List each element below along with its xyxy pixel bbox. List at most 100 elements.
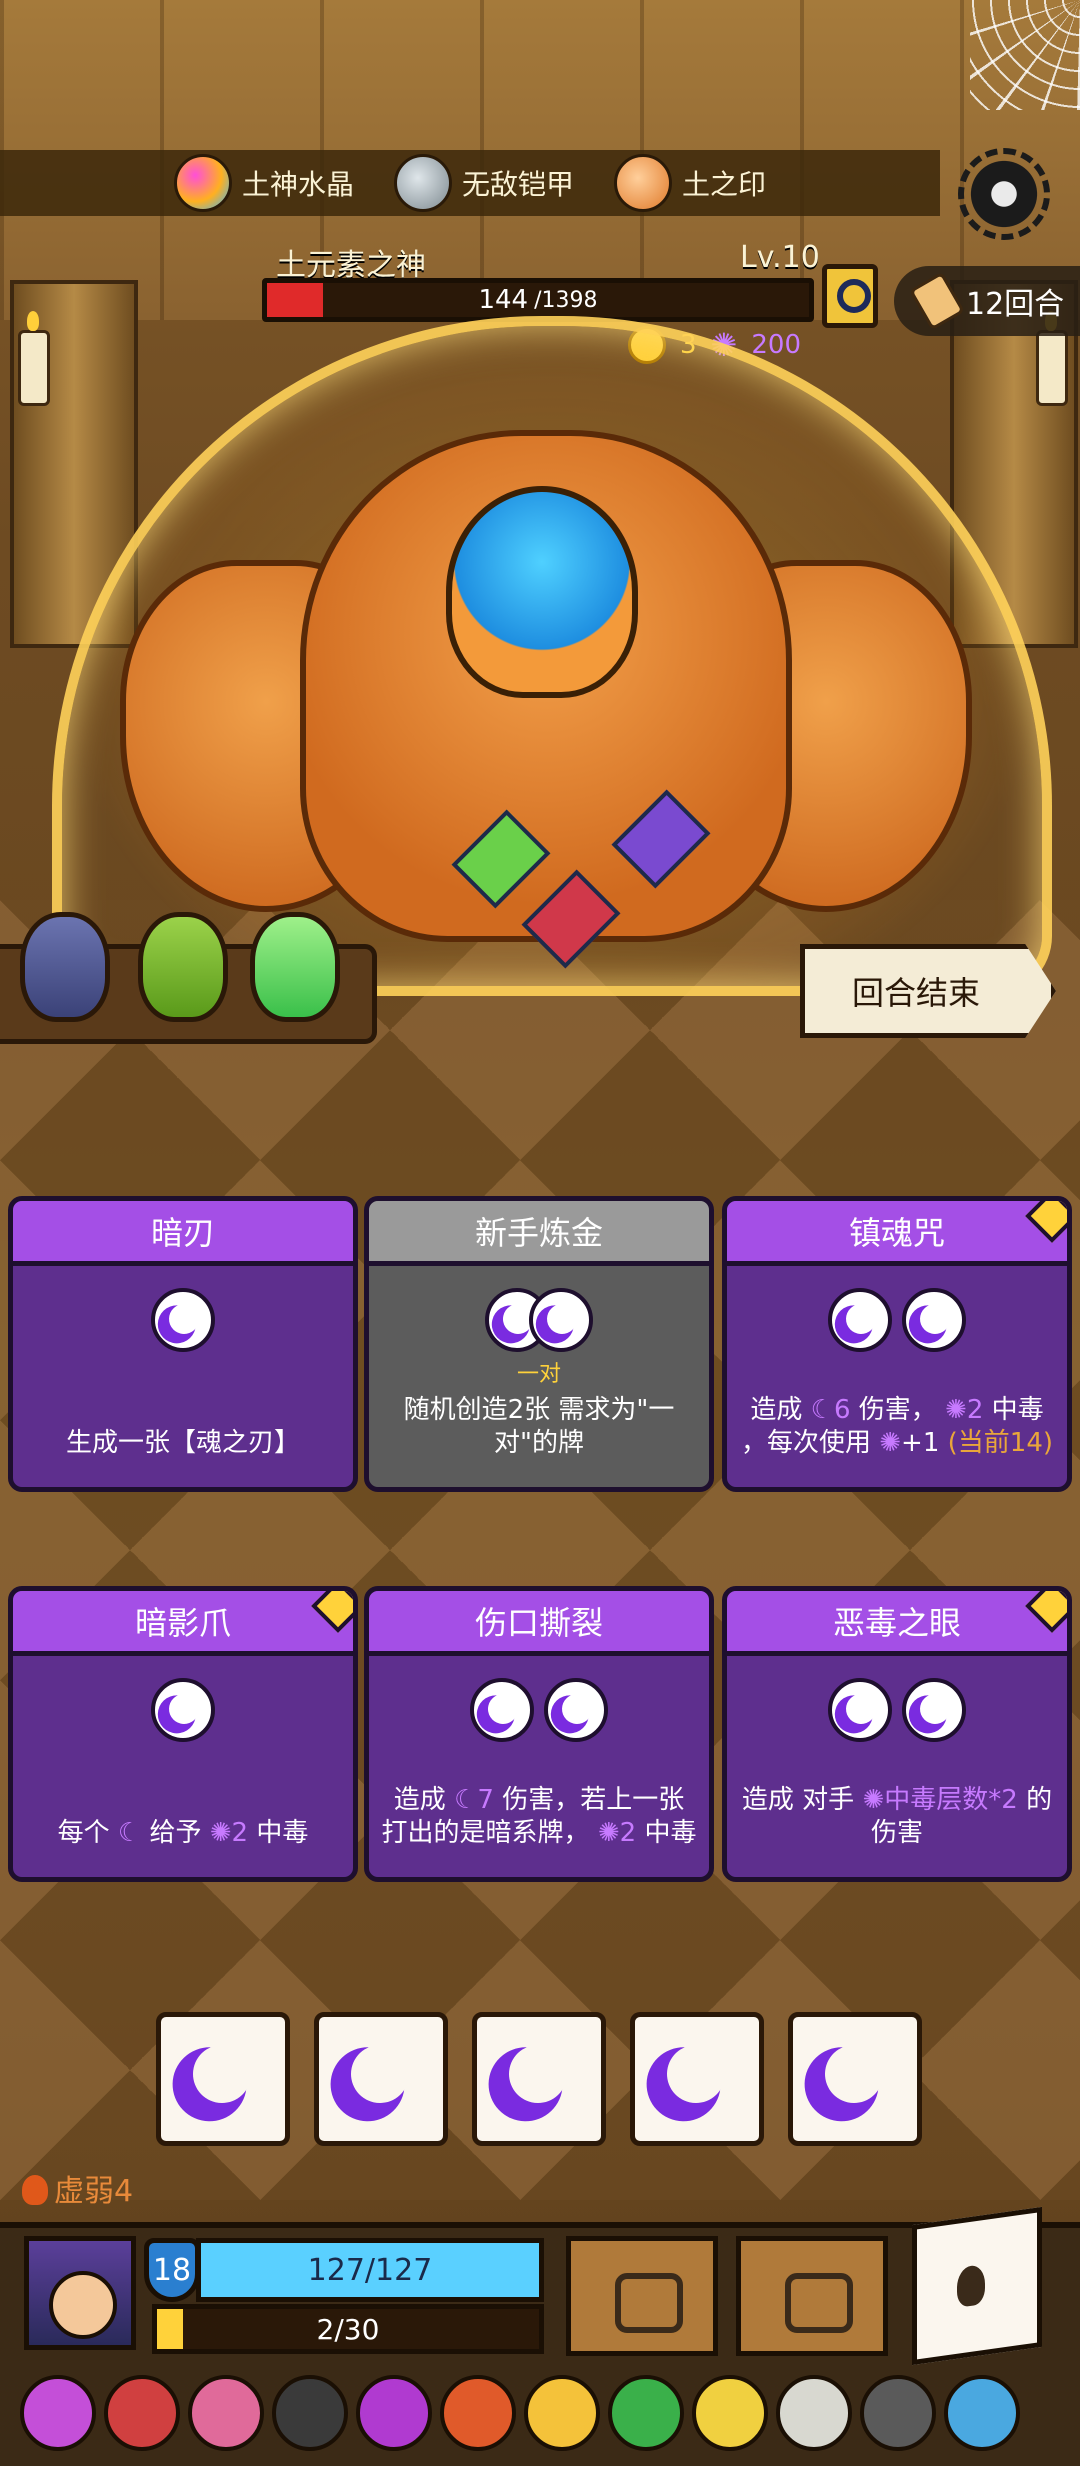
moon-icon: ☾ [454,1785,478,1815]
boss-level: Lv.10 [740,240,820,275]
moon-icon: ☾ [117,1817,142,1848]
boss-hp-text: 144 /1398 [267,283,809,317]
weak-label: 虚弱4 [54,2174,134,2209]
stone-icon[interactable] [860,2375,936,2451]
moon-die-5[interactable] [788,2012,922,2146]
poison-icon: ✺ [862,1785,885,1815]
turtle-shell-icon[interactable] [608,2375,684,2451]
card-desc: 造成 ☾6 伤害， ✺2 中毒 ，每次使用 ✺+1 (当前14) [740,1395,1054,1458]
card-title: 暗刃 [13,1201,353,1266]
soul-drop: 200 [751,330,801,360]
potion-slot-2[interactable] [138,912,228,1022]
moon-die-3[interactable] [472,2012,606,2146]
scroll-icon[interactable] [776,2375,852,2451]
card-desc: 随机创造2张 需求为"一对"的牌 [403,1395,675,1458]
moon-die-slot-icon[interactable] [544,1678,608,1742]
relic-earth-crystal[interactable]: 土神水晶 [173,154,354,212]
poison-icon: ✺ [597,1817,620,1848]
moon-die-slot-icon[interactable] [902,1678,966,1742]
moon-die-slot-icon[interactable] [828,1288,892,1352]
bracelet-icon[interactable] [272,2375,348,2451]
turn-label: 12回合 [966,287,1065,322]
moon-die-slot-icon[interactable] [828,1678,892,1742]
spider-web-icon [970,0,1080,110]
moon-die-slot-icon[interactable] [902,1288,966,1352]
moon-die-2[interactable] [314,2012,448,2146]
card-slots [13,1288,353,1352]
potion-slot-1[interactable] [20,912,110,1022]
candle-icon [1036,311,1068,406]
armor-icon [393,154,452,212]
player-xp-text: 2/30 [316,2312,380,2346]
boss-head [446,486,638,698]
card-shadow-blade[interactable]: 暗刃 生成一张【魂之刃】 [8,1196,358,1492]
moon-die-slot-icon[interactable] [151,1678,215,1742]
scroll-icon [909,271,965,331]
card-soul-curse[interactable]: 镇魂咒 造成 ☾6 伤害， ✺2 中毒 ，每次使用 ✺+1 (当前14) [722,1196,1072,1492]
moon-icon: ☾ [810,1395,834,1425]
card-wound-tear[interactable]: 伤口撕裂 造成 ☾7 伤害，若上一张打出的是暗系牌， ✺2 中毒 [364,1586,714,1882]
moon-die-slot-icon[interactable] [529,1288,593,1352]
armor-shield-icon: 18 [144,2238,200,2302]
poison-icon: ✺ [209,1817,232,1848]
card-title: 恶毒之眼 [727,1591,1067,1656]
status-weak[interactable]: 虚弱4 [22,2166,133,2210]
heart-icon[interactable] [188,2375,264,2451]
poison-icon: ✺ [945,1395,967,1425]
rune-stone-icon[interactable] [104,2375,180,2451]
relic-inventory [0,2366,1080,2460]
ring-icon[interactable] [440,2375,516,2451]
card-title: 伤口撕裂 [369,1591,709,1656]
card-title: 镇魂咒 [727,1201,1067,1266]
card-slots [727,1678,1067,1742]
settings-gear-icon[interactable] [958,148,1050,240]
card-title: 暗影爪 [13,1591,353,1656]
poison-icon: ✺ [879,1427,902,1458]
reroll-dice-icon[interactable] [912,2206,1042,2366]
potion-slot-3[interactable] [250,912,340,1022]
card-venom-eye[interactable]: 恶毒之眼 造成 对手 ✺中毒层数*2 的伤害 [722,1586,1072,1882]
relic-label: 土之印 [682,168,767,201]
candle-icon [18,311,50,406]
moon-die-1[interactable] [156,2012,290,2146]
earth-crystal-icon [173,154,232,212]
card-desc: 造成 对手 ✺中毒层数*2 的伤害 [741,1785,1053,1848]
card-desc: 造成 ☾7 伤害，若上一张打出的是暗系牌， ✺2 中毒 [381,1785,697,1848]
boss-hp-max: /1398 [534,287,598,313]
poison-apple-icon[interactable] [356,2375,432,2451]
relic-earth-seal[interactable]: 土之印 [614,154,766,212]
relic-label: 无敌铠甲 [461,168,574,201]
card-slots [13,1678,353,1742]
relic-armor[interactable]: 无敌铠甲 [393,154,574,212]
end-turn-button[interactable]: 回合结束 [800,944,1056,1038]
player-hp-bar: 127/127 [196,2238,544,2302]
card-slots [369,1678,709,1742]
boss-hp-current: 144 [478,285,529,315]
card-novice-alchemy[interactable]: 新手炼金 一对 随机创造2张 需求为"一对"的牌 [364,1196,714,1492]
moon-die-slot-icon[interactable] [151,1288,215,1352]
moon-die-4[interactable] [630,2012,764,2146]
card-desc: 每个 ☾ 给予 ✺2 中毒 [57,1817,309,1848]
turn-counter: 12回合 [894,266,1080,336]
boss-info-magnifier-icon[interactable] [822,264,878,328]
locked-skill-slot-icon[interactable] [566,2236,718,2356]
blue-ring-icon[interactable] [944,2375,1020,2451]
splash-icon[interactable] [20,2375,96,2451]
end-turn-label: 回合结束 [851,974,980,1012]
player-shield-value: 18 [152,2252,192,2288]
earth-seal-icon [614,154,672,212]
moon-die-slot-icon[interactable] [470,1678,534,1742]
eye-orb-icon[interactable] [524,2375,600,2451]
relic-label: 土神水晶 [241,168,354,201]
player-xp-bar: 2/30 [152,2304,544,2354]
card-title: 新手炼金 [369,1201,709,1266]
relic-bar: 土神水晶 无敌铠甲 土之印 [0,150,940,216]
pair-requirement: 一对 [516,1362,561,1387]
lantern-icon[interactable] [692,2375,768,2451]
player-avatar[interactable] [24,2236,136,2350]
card-desc: 生成一张【魂之刃】 [65,1427,300,1458]
player-hp-text: 127/127 [307,2252,433,2288]
card-shadow-claw[interactable]: 暗影爪 每个 ☾ 给予 ✺2 中毒 [8,1586,358,1882]
locked-skill-slot-2-icon[interactable] [736,2236,888,2356]
checker-floor [0,900,1080,2200]
